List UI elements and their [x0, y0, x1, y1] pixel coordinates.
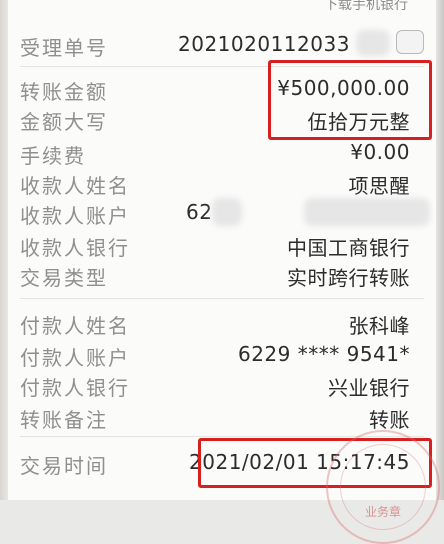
payee-name-value: 项思醒	[348, 174, 410, 198]
tx-type-label: 交易类型	[20, 266, 108, 290]
fee-label: 手续费	[20, 144, 86, 168]
receipt-number-label: 受理单号	[20, 36, 108, 60]
download-app-caption: 下载手机银行	[324, 0, 408, 13]
payer-name-label: 付款人姓名	[20, 314, 130, 338]
transfer-receipt: 下载手机银行 受理单号 2021020112033 转账金额 ¥500,000.…	[8, 0, 440, 544]
payer-account-label: 付款人账户	[20, 346, 130, 370]
payer-bank-value: 兴业银行	[328, 376, 410, 400]
remark-label: 转账备注	[20, 408, 108, 432]
payer-bank-row: 付款人银行 兴业银行	[8, 368, 436, 404]
redaction-blur	[356, 30, 390, 56]
seal-stamp-text: 业务章	[364, 505, 401, 519]
tx-time-label: 交易时间	[20, 454, 108, 478]
redaction-blur	[212, 198, 242, 226]
payer-name-value: 张科峰	[348, 314, 410, 338]
amount-label: 转账金额	[20, 80, 108, 104]
amount-highlight-box	[268, 60, 432, 140]
payee-name-label: 收款人姓名	[20, 174, 130, 198]
fee-value: ¥0.00	[350, 140, 410, 164]
payee-account-value: 62	[186, 200, 213, 224]
receipt-number-value: 2021020112033	[178, 32, 350, 56]
amount-upper-label: 金额大写	[20, 110, 108, 134]
tx-type-value: 实时跨行转账	[287, 266, 410, 290]
redaction-blur	[304, 198, 430, 226]
payer-account-value: 6229 **** 9541*	[237, 342, 410, 366]
payer-name-row: 付款人姓名 张科峰	[8, 306, 436, 342]
seal-stamp: 业务章	[326, 430, 440, 544]
payer-bank-label: 付款人银行	[20, 376, 130, 400]
payee-bank-label: 收款人银行	[20, 236, 130, 260]
tx-type-row: 交易类型 实时跨行转账	[8, 258, 436, 294]
payee-bank-value: 中国工商银行	[287, 236, 410, 260]
remark-value: 转账	[369, 408, 410, 432]
copy-icon[interactable]	[396, 30, 424, 54]
divider	[20, 298, 424, 299]
payee-account-label: 收款人账户	[20, 204, 130, 228]
